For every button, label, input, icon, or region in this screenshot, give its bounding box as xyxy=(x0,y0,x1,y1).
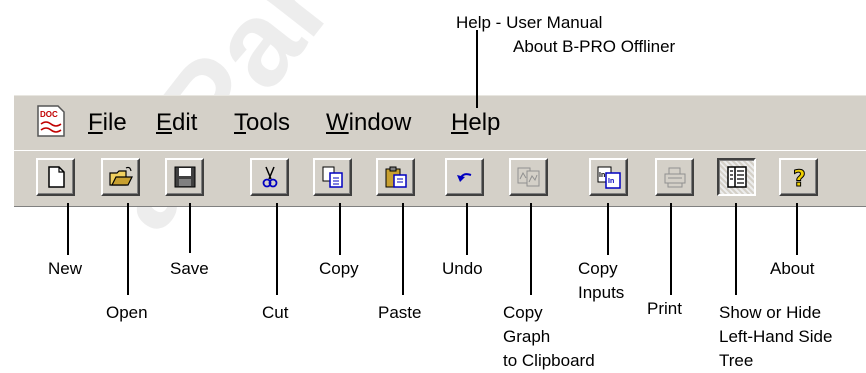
show-hide-tree-button[interactable] xyxy=(717,158,756,196)
cut-button[interactable] xyxy=(250,158,289,196)
undo-button[interactable] xyxy=(445,158,484,196)
callout-copy-graph-line2: Graph xyxy=(503,327,551,346)
new-button[interactable] xyxy=(36,158,75,196)
save-button[interactable] xyxy=(165,158,204,196)
callout-undo: Undo xyxy=(442,259,483,278)
callout-copy-graph-line3: to Clipboard xyxy=(503,351,595,370)
copy-icon xyxy=(322,166,343,188)
svg-text:In: In xyxy=(608,178,614,185)
save-floppy-icon xyxy=(174,166,195,188)
open-button[interactable] xyxy=(101,158,140,196)
callout-cut: Cut xyxy=(262,303,289,322)
print-leader-line xyxy=(670,203,672,295)
menu-file[interactable]: File xyxy=(88,108,127,138)
about-button[interactable]: ? xyxy=(779,158,818,196)
undo-leader-line xyxy=(466,203,468,255)
callout-copy-inputs-line1: Copy xyxy=(578,259,618,278)
cut-leader-line xyxy=(276,203,278,295)
open-folder-icon xyxy=(108,166,133,186)
svg-text:DOC: DOC xyxy=(40,110,58,119)
cut-scissors-icon xyxy=(262,166,277,188)
callout-show-hide-line1: Show or Hide xyxy=(719,303,822,322)
callout-show-hide-line2: Left-Hand Side xyxy=(719,327,833,346)
copy-inputs-leader-line xyxy=(607,203,609,255)
callout-copy: Copy xyxy=(319,259,359,278)
about-leader-line xyxy=(796,203,798,255)
save-leader-line xyxy=(189,203,191,253)
copy-graph-leader-line xyxy=(530,203,532,295)
tree-panel-icon xyxy=(726,166,747,188)
copy-leader-line xyxy=(339,203,341,255)
paste-button[interactable] xyxy=(376,158,415,196)
svg-text:?: ? xyxy=(793,167,806,190)
callout-paste: Paste xyxy=(378,303,422,322)
callout-open: Open xyxy=(106,303,148,322)
menu-help[interactable]: Help xyxy=(451,108,500,138)
copy-inputs-button[interactable]: In In xyxy=(589,158,628,196)
callout-save: Save xyxy=(170,259,209,278)
copy-graph-icon xyxy=(517,167,539,187)
new-leader-line xyxy=(67,203,69,255)
paste-icon xyxy=(385,166,407,188)
menu-tools[interactable]: Tools xyxy=(234,108,290,138)
open-leader-line xyxy=(127,203,129,295)
callout-new: New xyxy=(48,259,83,278)
new-document-icon xyxy=(47,166,65,188)
toolbar: In In ? xyxy=(14,150,866,207)
app-doc-icon[interactable]: DOC xyxy=(36,104,66,138)
paste-leader-line xyxy=(402,203,404,295)
print-button[interactable] xyxy=(655,158,694,196)
print-icon xyxy=(664,167,685,188)
undo-icon xyxy=(456,173,471,182)
svg-text:In: In xyxy=(599,172,605,179)
menu-bar: DOC File Edit Tools Window Help xyxy=(14,95,866,151)
callout-print: Print xyxy=(647,299,682,318)
copy-button[interactable] xyxy=(313,158,352,196)
menu-window[interactable]: Window xyxy=(326,108,411,138)
copy-inputs-icon: InIn xyxy=(597,166,621,189)
help-note-line2: About B-PRO Offliner xyxy=(513,37,676,56)
copy-graph-button[interactable] xyxy=(509,158,548,196)
callout-copy-graph-line1: Copy xyxy=(503,303,543,322)
callout-copy-inputs-line2: Inputs xyxy=(578,283,625,302)
menu-edit[interactable]: Edit xyxy=(156,108,197,138)
help-leader-line xyxy=(476,30,478,108)
about-question-icon: ? xyxy=(792,167,806,191)
callout-about: About xyxy=(770,259,815,278)
show-hide-leader-line xyxy=(735,203,737,295)
callout-show-hide-line3: Tree xyxy=(719,351,754,370)
